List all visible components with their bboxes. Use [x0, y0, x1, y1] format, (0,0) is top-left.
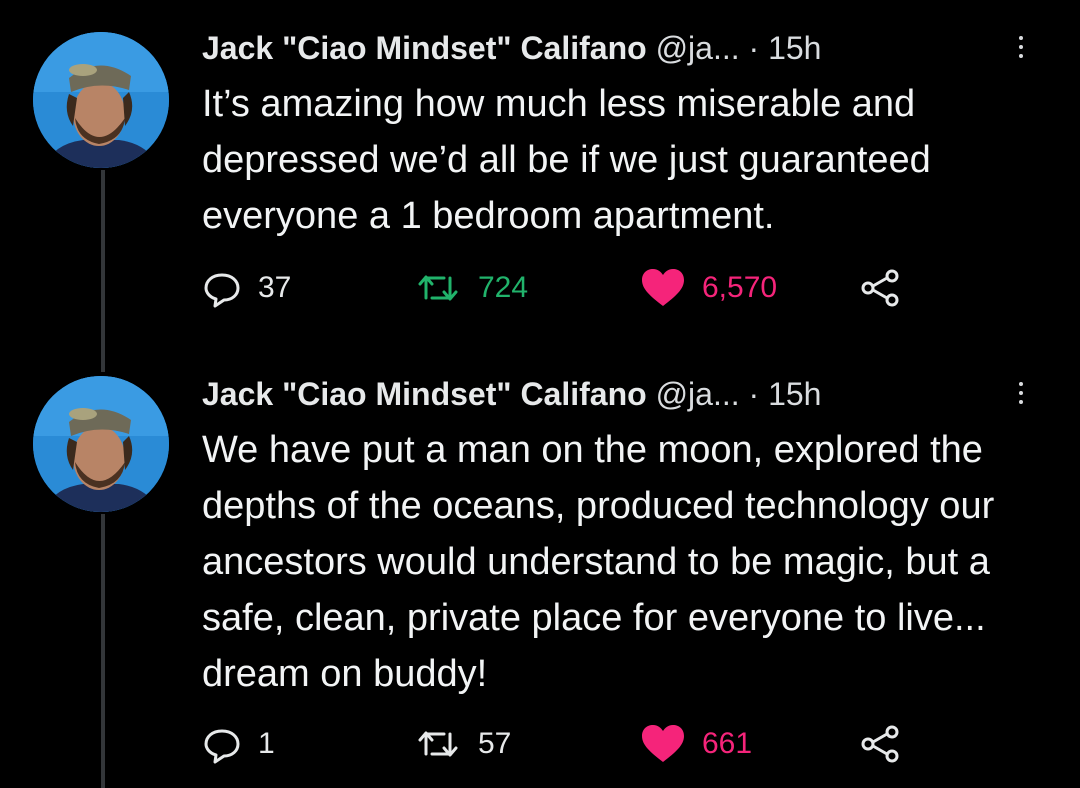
tweet-text: It’s amazing how much less miserable and… — [202, 83, 931, 237]
retweet-button[interactable]: 57 — [414, 724, 511, 764]
tweet-text: We have put a man on the moon, explored … — [202, 429, 995, 695]
avatar[interactable] — [33, 32, 169, 168]
reply-count: 1 — [258, 727, 275, 760]
retweet-icon — [418, 731, 458, 757]
like-count: 6,570 — [702, 271, 778, 304]
reply-icon — [204, 273, 240, 308]
retweet-count: 724 — [478, 271, 529, 304]
like-button[interactable]: 6,570 — [640, 268, 777, 308]
separator: · — [748, 376, 760, 412]
reply-button[interactable]: 37 — [202, 268, 291, 308]
reply-count: 37 — [258, 271, 292, 304]
author-name[interactable]: Jack "Ciao Mindset" Califano — [202, 376, 647, 412]
share-button[interactable] — [858, 724, 902, 764]
timestamp[interactable]: 15h — [768, 30, 821, 66]
author-handle[interactable]: @ja... — [656, 376, 740, 412]
tweet-actions: 37 724 6,570 — [202, 268, 962, 308]
avatar[interactable] — [33, 376, 169, 512]
share-icon — [861, 269, 899, 307]
tweet-header: Jack "Ciao Mindset" Califano @ja... · 15… — [202, 28, 1042, 68]
retweet-button[interactable]: 724 — [414, 268, 528, 308]
timestamp[interactable]: 15h — [768, 376, 821, 412]
retweet-icon — [418, 275, 458, 301]
more-vertical-icon[interactable] — [1016, 32, 1026, 64]
reply-button[interactable]: 1 — [202, 724, 275, 764]
share-button[interactable] — [858, 268, 902, 308]
heart-icon — [642, 725, 684, 762]
thread-line — [101, 170, 105, 372]
author-name[interactable]: Jack "Ciao Mindset" Califano — [202, 30, 647, 66]
reply-icon — [204, 729, 240, 764]
retweet-count: 57 — [478, 727, 512, 760]
author-handle[interactable]: @ja... — [656, 30, 740, 66]
separator: · — [748, 30, 760, 66]
thread-line — [101, 514, 105, 788]
tweet-actions: 1 57 661 — [202, 724, 962, 764]
more-vertical-icon[interactable] — [1016, 378, 1026, 410]
heart-icon — [642, 269, 684, 306]
like-button[interactable]: 661 — [640, 724, 752, 764]
tweet-header: Jack "Ciao Mindset" Califano @ja... · 15… — [202, 374, 1042, 414]
share-icon — [861, 725, 899, 763]
like-count: 661 — [702, 727, 753, 760]
